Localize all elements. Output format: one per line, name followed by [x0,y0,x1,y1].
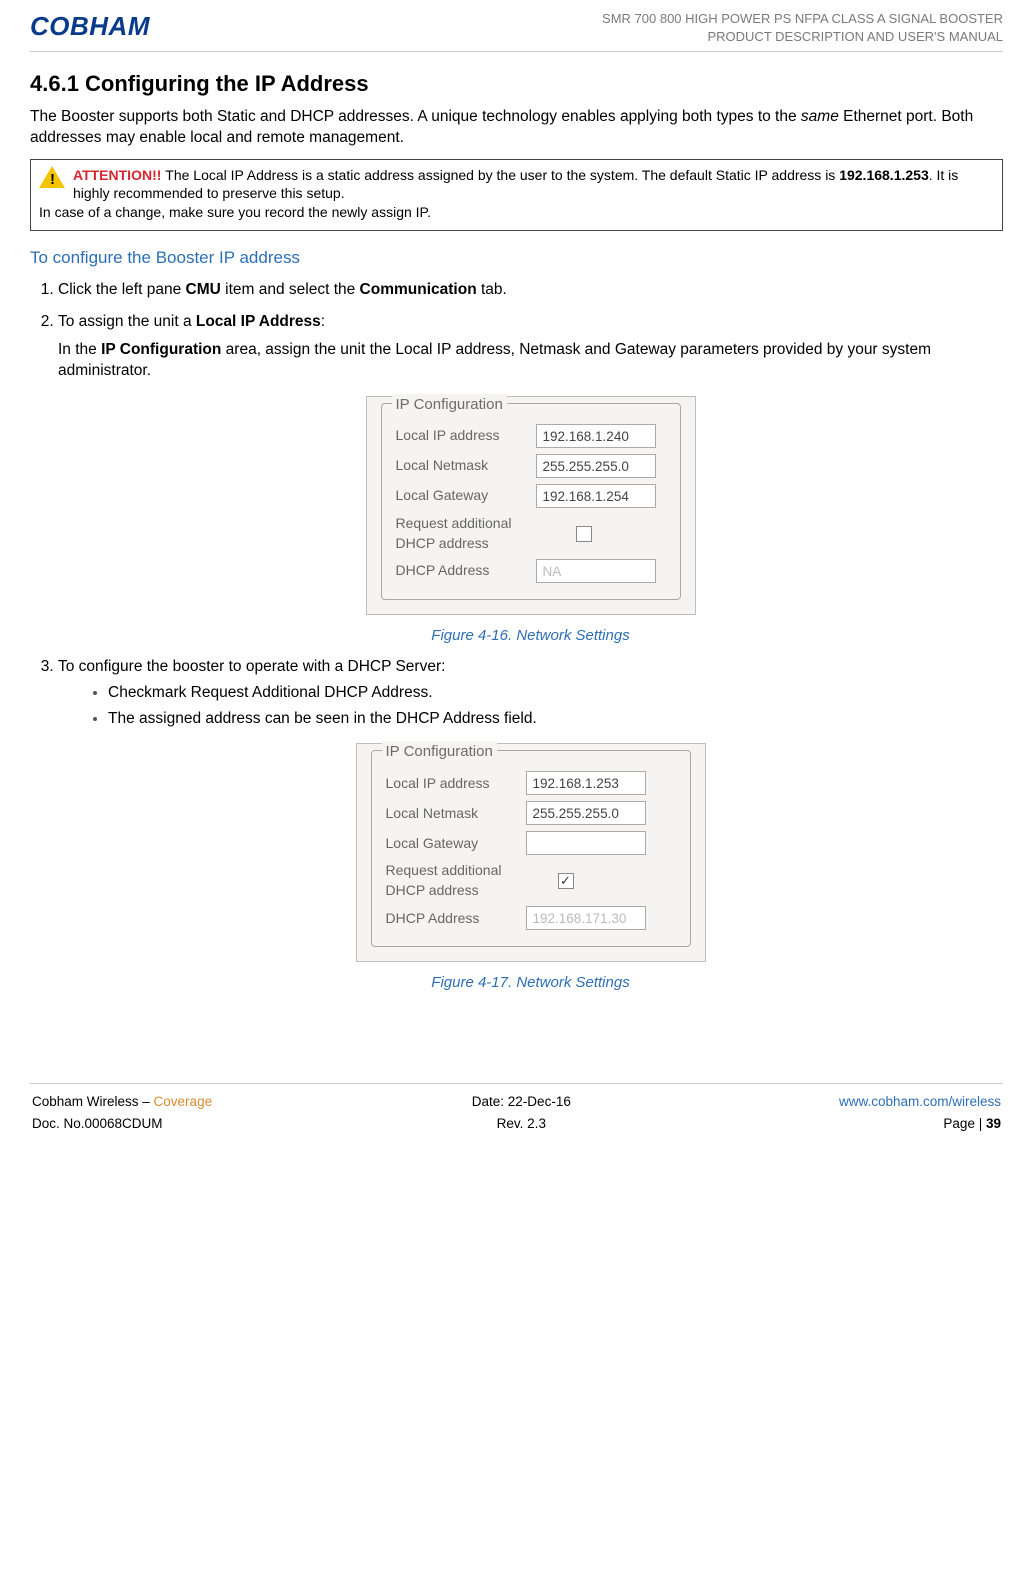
step2-sub: In the IP Configuration area, assign the… [58,339,1003,382]
attention-default-ip: 192.168.1.253 [839,167,929,183]
step2-text-c: : [321,313,325,330]
doc-title-block: SMR 700 800 HIGH POWER PS NFPA CLASS A S… [602,10,1003,45]
attention-label: ATTENTION!! [73,167,165,183]
footer-url: www.cobham.com/wireless [683,1092,1001,1112]
step2-ip-config: IP Configuration [101,341,221,358]
warning-icon: ! [39,166,67,190]
page-footer: Cobham Wireless – Coverage Date: 22-Dec-… [30,1083,1003,1135]
step2-text-a: To assign the unit a [58,313,196,330]
local-netmask-input[interactable] [536,454,656,478]
local-ip-label-2: Local IP address [386,774,526,794]
section-heading: 4.6.1 Configuring the IP Address [30,70,1003,99]
local-ip-label: Local IP address [396,426,536,446]
step1-text-c: item and select the [221,281,360,298]
step-1: Click the left pane CMU item and select … [58,279,1003,301]
req-dhcp-l2: DHCP address [396,535,489,551]
attention-callout: ! ATTENTION!! The Local IP Address is a … [30,159,1003,232]
step2-sub-a: In the [58,341,101,358]
doc-title-line2: PRODUCT DESCRIPTION AND USER'S MANUAL [602,28,1003,46]
request-dhcp-label-2: Request additional DHCP address [386,861,526,900]
footer-brand: Cobham Wireless – [32,1094,154,1109]
step2-local-ip: Local IP Address [196,313,321,330]
local-gateway-label: Local Gateway [396,486,536,506]
footer-rev: Rev. 2.3 [362,1114,680,1134]
footer-docno: Doc. No.00068CDUM [32,1114,360,1134]
procedure-list: Click the left pane CMU item and select … [58,279,1003,993]
intro-paragraph: The Booster supports both Static and DHC… [30,107,1003,149]
brand-logo: COBHAM [30,10,150,44]
request-dhcp-checkbox-2[interactable]: ✓ [558,873,574,889]
ip-config-panel-2: IP Configuration Local IP address Local … [356,743,706,962]
dhcp-address-input-2 [526,906,646,930]
footer-divider [30,1083,1003,1084]
req-dhcp2-l2: DHCP address [386,882,479,898]
figure-4-17-caption: Figure 4-17. Network Settings [58,972,1003,993]
local-gateway-label-2: Local Gateway [386,834,526,854]
local-ip-input[interactable] [536,424,656,448]
figure-4-17: IP Configuration Local IP address Local … [58,743,1003,993]
footer-page-number: 39 [986,1116,1001,1131]
ip-config-fieldset-1: IP Configuration Local IP address Local … [381,403,681,600]
attention-text-1a: The Local IP Address is a static address… [165,167,839,183]
fieldset-legend-1: IP Configuration [392,394,507,415]
local-gateway-input[interactable] [536,484,656,508]
step-3: To configure the booster to operate with… [58,656,1003,993]
request-dhcp-label: Request additional DHCP address [396,514,536,553]
doc-title-line1: SMR 700 800 HIGH POWER PS NFPA CLASS A S… [602,10,1003,28]
step1-text-a: Click the left pane [58,281,186,298]
dhcp-address-label: DHCP Address [396,561,536,581]
step3-bullets: Checkmark Request Additional DHCP Addres… [108,682,1003,729]
footer-date: Date: 22-Dec-16 [362,1092,680,1112]
local-netmask-label: Local Netmask [396,456,536,476]
page-header: COBHAM SMR 700 800 HIGH POWER PS NFPA CL… [30,10,1003,45]
request-dhcp-checkbox[interactable] [576,526,592,542]
intro-text-pre: The Booster supports both Static and DHC… [30,108,801,125]
figure-4-16: IP Configuration Local IP address Local … [58,396,1003,646]
step3-bullet-1: Checkmark Request Additional DHCP Addres… [108,682,1003,704]
step1-communication: Communication [360,281,477,298]
dhcp-address-label-2: DHCP Address [386,909,526,929]
step1-text-e: tab. [477,281,507,298]
local-netmask-label-2: Local Netmask [386,804,526,824]
step3-bullet-2: The assigned address can be seen in the … [108,708,1003,730]
dhcp-address-input [536,559,656,583]
fieldset-legend-2: IP Configuration [382,741,497,762]
attention-text-2: In case of a change, make sure you recor… [39,203,994,222]
step1-cmu: CMU [186,281,221,298]
intro-same-word: same [801,108,839,125]
procedure-subheading: To configure the Booster IP address [30,247,1003,269]
step3-text: To configure the booster to operate with… [58,658,445,675]
local-netmask-input-2[interactable] [526,801,646,825]
footer-page-label: Page | [943,1116,986,1131]
figure-4-16-caption: Figure 4-16. Network Settings [58,625,1003,646]
header-divider [30,51,1003,52]
req-dhcp2-l1: Request additional [386,862,502,878]
req-dhcp-l1: Request additional [396,515,512,531]
ip-config-fieldset-2: IP Configuration Local IP address Local … [371,750,691,947]
step-2: To assign the unit a Local IP Address: I… [58,311,1003,646]
ip-config-panel-1: IP Configuration Local IP address Local … [366,396,696,615]
local-gateway-input-2[interactable] [526,831,646,855]
local-ip-input-2[interactable] [526,771,646,795]
footer-coverage: Coverage [154,1094,213,1109]
